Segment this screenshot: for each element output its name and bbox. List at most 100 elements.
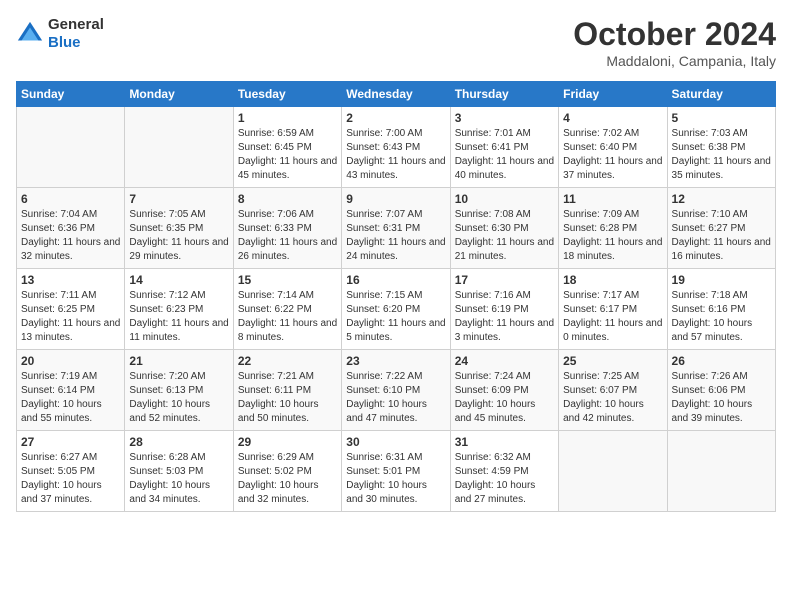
day-number: 3 xyxy=(455,111,554,125)
day-number: 22 xyxy=(238,354,337,368)
day-number: 5 xyxy=(672,111,771,125)
day-number: 27 xyxy=(21,435,120,449)
calendar-cell xyxy=(17,107,125,188)
day-detail: Sunrise: 7:06 AM Sunset: 6:33 PM Dayligh… xyxy=(238,208,337,264)
day-number: 7 xyxy=(129,192,228,206)
day-number: 23 xyxy=(346,354,445,368)
calendar-cell: 29 Sunrise: 6:29 AM Sunset: 5:02 PM Dayli… xyxy=(233,431,341,512)
calendar-cell: 12 Sunrise: 7:10 AM Sunset: 6:27 PM Dayli… xyxy=(667,188,775,269)
day-detail: Sunrise: 7:20 AM Sunset: 6:13 PM Dayligh… xyxy=(129,370,228,426)
day-number: 10 xyxy=(455,192,554,206)
day-number: 1 xyxy=(238,111,337,125)
day-number: 11 xyxy=(563,192,662,206)
calendar-cell: 3 Sunrise: 7:01 AM Sunset: 6:41 PM Daylig… xyxy=(450,107,558,188)
day-number: 6 xyxy=(21,192,120,206)
day-number: 19 xyxy=(672,273,771,287)
day-number: 15 xyxy=(238,273,337,287)
calendar-cell: 19 Sunrise: 7:18 AM Sunset: 6:16 PM Dayli… xyxy=(667,269,775,350)
header-day: Thursday xyxy=(450,82,558,107)
day-number: 26 xyxy=(672,354,771,368)
day-detail: Sunrise: 7:26 AM Sunset: 6:06 PM Dayligh… xyxy=(672,370,771,426)
calendar-cell: 20 Sunrise: 7:19 AM Sunset: 6:14 PM Dayli… xyxy=(17,350,125,431)
day-detail: Sunrise: 7:11 AM Sunset: 6:25 PM Dayligh… xyxy=(21,289,120,345)
header-day: Friday xyxy=(559,82,667,107)
calendar-week: 13 Sunrise: 7:11 AM Sunset: 6:25 PM Dayli… xyxy=(17,269,776,350)
day-detail: Sunrise: 7:21 AM Sunset: 6:11 PM Dayligh… xyxy=(238,370,337,426)
calendar-cell: 13 Sunrise: 7:11 AM Sunset: 6:25 PM Dayli… xyxy=(17,269,125,350)
day-number: 16 xyxy=(346,273,445,287)
day-detail: Sunrise: 7:17 AM Sunset: 6:17 PM Dayligh… xyxy=(563,289,662,345)
calendar-cell: 2 Sunrise: 7:00 AM Sunset: 6:43 PM Daylig… xyxy=(342,107,450,188)
calendar-cell: 17 Sunrise: 7:16 AM Sunset: 6:19 PM Dayli… xyxy=(450,269,558,350)
day-detail: Sunrise: 6:28 AM Sunset: 5:03 PM Dayligh… xyxy=(129,451,228,507)
day-number: 21 xyxy=(129,354,228,368)
calendar-week: 27 Sunrise: 6:27 AM Sunset: 5:05 PM Dayli… xyxy=(17,431,776,512)
calendar-cell: 7 Sunrise: 7:05 AM Sunset: 6:35 PM Daylig… xyxy=(125,188,233,269)
day-detail: Sunrise: 7:25 AM Sunset: 6:07 PM Dayligh… xyxy=(563,370,662,426)
day-number: 12 xyxy=(672,192,771,206)
day-detail: Sunrise: 7:02 AM Sunset: 6:40 PM Dayligh… xyxy=(563,127,662,183)
title-block: October 2024 Maddaloni, Campania, Italy xyxy=(573,16,776,69)
calendar-cell: 25 Sunrise: 7:25 AM Sunset: 6:07 PM Dayli… xyxy=(559,350,667,431)
day-number: 17 xyxy=(455,273,554,287)
day-detail: Sunrise: 7:01 AM Sunset: 6:41 PM Dayligh… xyxy=(455,127,554,183)
day-number: 20 xyxy=(21,354,120,368)
calendar-cell: 31 Sunrise: 6:32 AM Sunset: 4:59 PM Dayli… xyxy=(450,431,558,512)
day-detail: Sunrise: 6:32 AM Sunset: 4:59 PM Dayligh… xyxy=(455,451,554,507)
day-detail: Sunrise: 6:27 AM Sunset: 5:05 PM Dayligh… xyxy=(21,451,120,507)
day-detail: Sunrise: 7:19 AM Sunset: 6:14 PM Dayligh… xyxy=(21,370,120,426)
page-header: General Blue October 2024 Maddaloni, Cam… xyxy=(16,16,776,69)
location-title: Maddaloni, Campania, Italy xyxy=(573,53,776,69)
logo-icon xyxy=(16,20,44,48)
day-detail: Sunrise: 7:12 AM Sunset: 6:23 PM Dayligh… xyxy=(129,289,228,345)
logo-text: General Blue xyxy=(48,16,104,52)
calendar-cell: 8 Sunrise: 7:06 AM Sunset: 6:33 PM Daylig… xyxy=(233,188,341,269)
logo: General Blue xyxy=(16,16,104,52)
day-number: 14 xyxy=(129,273,228,287)
calendar-week: 20 Sunrise: 7:19 AM Sunset: 6:14 PM Dayli… xyxy=(17,350,776,431)
day-number: 13 xyxy=(21,273,120,287)
day-detail: Sunrise: 6:59 AM Sunset: 6:45 PM Dayligh… xyxy=(238,127,337,183)
day-detail: Sunrise: 6:29 AM Sunset: 5:02 PM Dayligh… xyxy=(238,451,337,507)
header-day: Wednesday xyxy=(342,82,450,107)
calendar-week: 1 Sunrise: 6:59 AM Sunset: 6:45 PM Daylig… xyxy=(17,107,776,188)
calendar-cell: 21 Sunrise: 7:20 AM Sunset: 6:13 PM Dayli… xyxy=(125,350,233,431)
calendar-cell xyxy=(667,431,775,512)
day-number: 30 xyxy=(346,435,445,449)
day-number: 8 xyxy=(238,192,337,206)
calendar-cell: 16Sunrise: 7:15 AM Sunset: 6:20 PM Dayli… xyxy=(342,269,450,350)
header-row: SundayMondayTuesdayWednesdayThursdayFrid… xyxy=(17,82,776,107)
day-number: 25 xyxy=(563,354,662,368)
day-detail: Sunrise: 7:07 AM Sunset: 6:31 PM Dayligh… xyxy=(346,208,445,264)
calendar-cell: 26 Sunrise: 7:26 AM Sunset: 6:06 PM Dayli… xyxy=(667,350,775,431)
header-day: Tuesday xyxy=(233,82,341,107)
calendar-cell: 6 Sunrise: 7:04 AM Sunset: 6:36 PM Daylig… xyxy=(17,188,125,269)
calendar-cell: 28Sunrise: 6:28 AM Sunset: 5:03 PM Dayli… xyxy=(125,431,233,512)
day-number: 31 xyxy=(455,435,554,449)
day-number: 2 xyxy=(346,111,445,125)
day-number: 18 xyxy=(563,273,662,287)
calendar-cell: 23 Sunrise: 7:22 AM Sunset: 6:10 PM Dayli… xyxy=(342,350,450,431)
day-detail: Sunrise: 7:16 AM Sunset: 6:19 PM Dayligh… xyxy=(455,289,554,345)
day-detail: Sunrise: 7:00 AM Sunset: 6:43 PM Dayligh… xyxy=(346,127,445,183)
calendar-cell: 1 Sunrise: 6:59 AM Sunset: 6:45 PM Daylig… xyxy=(233,107,341,188)
day-detail: Sunrise: 7:14 AM Sunset: 6:22 PM Dayligh… xyxy=(238,289,337,345)
calendar-cell: 18 Sunrise: 7:17 AM Sunset: 6:17 PM Dayli… xyxy=(559,269,667,350)
day-detail: Sunrise: 7:03 AM Sunset: 6:38 PM Dayligh… xyxy=(672,127,771,183)
calendar-cell: 15 Sunrise: 7:14 AM Sunset: 6:22 PM Dayli… xyxy=(233,269,341,350)
calendar-cell: 5 Sunrise: 7:03 AM Sunset: 6:38 PM Daylig… xyxy=(667,107,775,188)
calendar-cell: 9 Sunrise: 7:07 AM Sunset: 6:31 PM Daylig… xyxy=(342,188,450,269)
day-number: 24 xyxy=(455,354,554,368)
day-detail: Sunrise: 7:10 AM Sunset: 6:27 PM Dayligh… xyxy=(672,208,771,264)
day-detail: Sunrise: 7:04 AM Sunset: 6:36 PM Dayligh… xyxy=(21,208,120,264)
day-detail: Sunrise: 7:18 AM Sunset: 6:16 PM Dayligh… xyxy=(672,289,771,345)
day-number: 29 xyxy=(238,435,337,449)
day-detail: Sunrise: 7:09 AM Sunset: 6:28 PM Dayligh… xyxy=(563,208,662,264)
calendar-table: SundayMondayTuesdayWednesdayThursdayFrid… xyxy=(16,81,776,512)
day-detail: Sunrise: 7:24 AM Sunset: 6:09 PM Dayligh… xyxy=(455,370,554,426)
header-day: Monday xyxy=(125,82,233,107)
day-detail: Sunrise: 7:22 AM Sunset: 6:10 PM Dayligh… xyxy=(346,370,445,426)
day-number: 9 xyxy=(346,192,445,206)
day-detail: Sunrise: 7:05 AM Sunset: 6:35 PM Dayligh… xyxy=(129,208,228,264)
calendar-cell: 24 Sunrise: 7:24 AM Sunset: 6:09 PM Dayli… xyxy=(450,350,558,431)
